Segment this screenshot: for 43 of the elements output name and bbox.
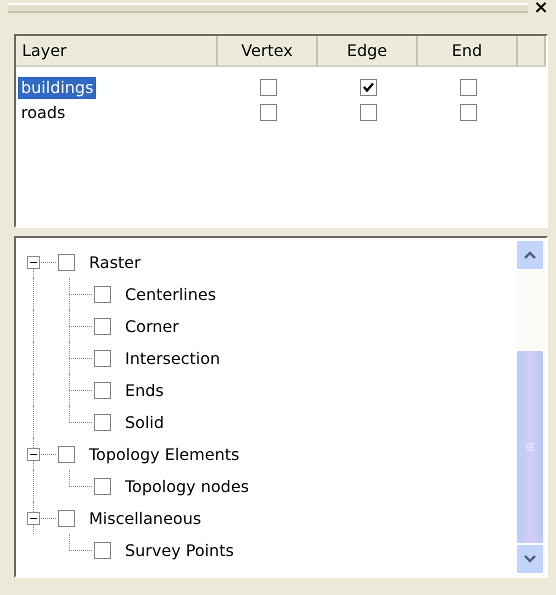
checkbox[interactable]	[94, 382, 111, 398]
layer-name[interactable]: buildings	[18, 76, 96, 98]
column-header[interactable]: Edge	[318, 36, 418, 67]
checkbox[interactable]	[360, 104, 376, 121]
checkbox[interactable]	[94, 318, 111, 334]
tree-item[interactable]: Centerlines	[125, 284, 216, 304]
up-caret-icon	[524, 251, 536, 259]
checkbox[interactable]	[94, 414, 111, 430]
checkbox[interactable]	[260, 79, 276, 96]
column-header[interactable]: End	[418, 36, 518, 67]
checkbox[interactable]	[260, 104, 276, 121]
checkbox[interactable]	[360, 79, 376, 96]
column-header[interactable]: Layer	[16, 36, 218, 67]
checkbox[interactable]	[94, 478, 111, 494]
tree-item[interactable]: Topology nodes	[125, 476, 249, 496]
tree-item[interactable]: Miscellaneous	[89, 508, 202, 528]
checkbox[interactable]	[94, 350, 111, 366]
tree-item[interactable]: Solid	[125, 412, 164, 432]
tree-item[interactable]: Ends	[125, 380, 164, 400]
layer-name[interactable]: roads	[18, 102, 68, 124]
scroll-thumb[interactable]	[516, 350, 544, 544]
header-background	[518, 36, 546, 67]
scroll-up-button[interactable]	[516, 240, 544, 270]
column-header[interactable]: Vertex	[218, 36, 318, 67]
checkbox[interactable]	[460, 104, 476, 121]
tree-item[interactable]: Topology Elements	[89, 444, 240, 464]
collapse-icon[interactable]	[27, 256, 40, 269]
checkbox[interactable]	[94, 286, 111, 302]
collapse-icon[interactable]	[27, 448, 40, 461]
down-caret-icon	[524, 555, 536, 563]
tree-item[interactable]: Raster	[89, 252, 141, 272]
scrollbar[interactable]	[516, 238, 546, 576]
checkbox[interactable]	[94, 542, 111, 558]
grip-bar[interactable]	[8, 3, 528, 13]
tree-item[interactable]: Intersection	[125, 348, 220, 368]
scroll-down-button[interactable]	[516, 544, 544, 574]
checkbox[interactable]	[58, 254, 75, 270]
tree-item[interactable]: Corner	[125, 316, 179, 336]
collapse-icon[interactable]	[27, 512, 40, 525]
checkbox[interactable]	[460, 79, 476, 96]
tree-item[interactable]: Survey Points	[125, 540, 234, 560]
checkbox[interactable]	[58, 510, 75, 526]
checkbox[interactable]	[58, 446, 75, 462]
